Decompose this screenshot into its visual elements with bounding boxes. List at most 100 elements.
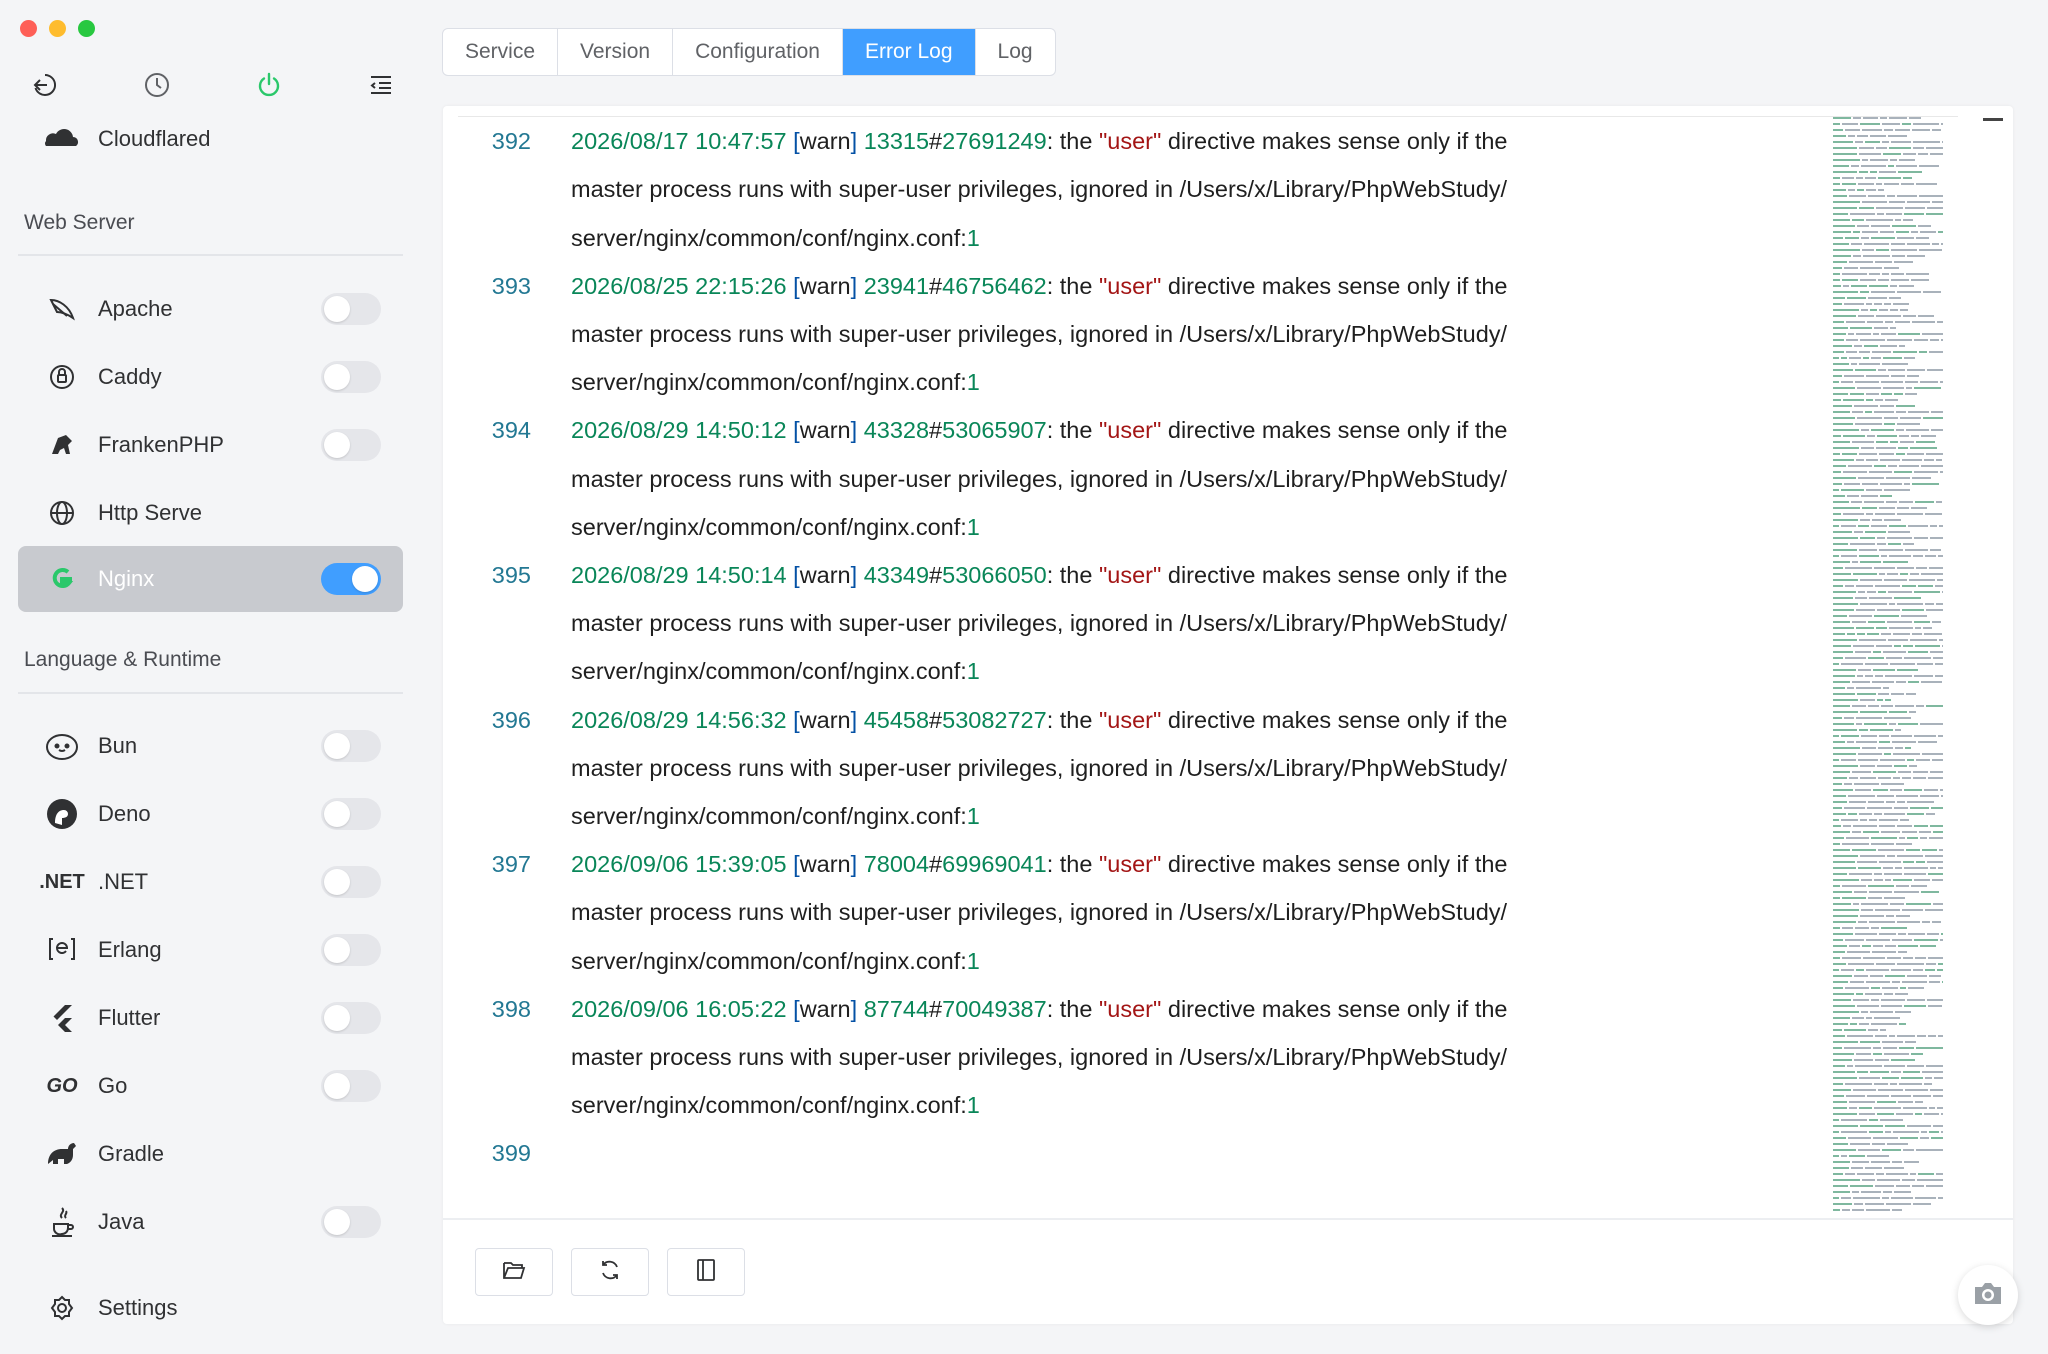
log-level: warn (799, 851, 851, 878)
minimap-row (1833, 980, 1973, 984)
sidebar-item-go[interactable]: GO Go (18, 1053, 403, 1119)
sidebar-item-http-serve[interactable]: Http Serve (18, 480, 403, 546)
deno-toggle[interactable] (321, 798, 381, 830)
minimap-row (1833, 398, 1973, 402)
minimap-row (1833, 218, 1973, 222)
menu-collapse-icon[interactable] (364, 68, 398, 102)
bracket: ] (850, 128, 864, 155)
minimap-row (1833, 602, 1973, 606)
line-number: 398 (491, 995, 531, 1022)
minimap-row (1833, 128, 1973, 132)
back-icon[interactable] (28, 68, 62, 102)
minimap-row (1833, 206, 1973, 210)
sidebar-item-erlang[interactable]: Erlang (18, 917, 403, 983)
minimap-row (1833, 1004, 1973, 1008)
frankenphp-toggle[interactable] (321, 429, 381, 461)
nginx-icon (42, 565, 82, 593)
log-line-num: 1 (966, 1092, 980, 1119)
line-number (443, 1033, 531, 1081)
minimap-row (1833, 1130, 1973, 1134)
bracket: ] (850, 562, 864, 589)
sidebar-item-dotnet[interactable]: .NET .NET (18, 849, 403, 915)
toggle-panel-button[interactable] (667, 1248, 745, 1296)
tab-service[interactable]: Service (443, 29, 559, 75)
log-text: master process runs with super-user priv… (571, 455, 1731, 503)
log-quoted: "user" (1098, 995, 1162, 1022)
log-line: server/nginx/common/conf/nginx.conf:1 (443, 1081, 1823, 1129)
sidebar-item-caddy[interactable]: Caddy (18, 344, 403, 410)
sidebar-item-nginx[interactable]: Nginx (18, 546, 403, 612)
line-number (443, 165, 531, 213)
flutter-toggle[interactable] (321, 1002, 381, 1034)
minimap-row (1833, 692, 1973, 696)
apache-toggle[interactable] (321, 293, 381, 325)
feather-icon (42, 294, 82, 324)
log-message: master process runs with super-user priv… (571, 899, 1508, 926)
sidebar-item-cloudflared[interactable]: Cloudflared (40, 124, 211, 154)
dotnet-toggle[interactable] (321, 866, 381, 898)
log-level: warn (799, 995, 851, 1022)
minimap[interactable] (1833, 116, 1973, 1212)
log-message: : the (1046, 272, 1099, 299)
log-message: master process runs with super-user priv… (571, 754, 1508, 781)
bun-toggle[interactable] (321, 730, 381, 762)
minimap-row (1833, 200, 1973, 204)
minimap-row (1833, 1172, 1973, 1176)
refresh-button[interactable] (571, 1248, 649, 1296)
go-toggle[interactable] (321, 1070, 381, 1102)
minimap-row (1833, 368, 1973, 372)
line-number: 396 (491, 706, 531, 733)
log-text: master process runs with super-user priv… (571, 165, 1731, 213)
minimap-row (1833, 422, 1973, 426)
sidebar-item-settings[interactable]: Settings (18, 1275, 403, 1341)
log-text: server/nginx/common/conf/nginx.conf:1 (571, 214, 1731, 262)
line-number: 393 (491, 272, 531, 299)
sidebar-item-apache[interactable]: Apache (18, 276, 403, 342)
minimap-row (1833, 326, 1973, 330)
history-icon[interactable] (140, 68, 174, 102)
minimap-row (1833, 866, 1973, 870)
log-editor[interactable]: server/nginx/common/conf/nginx.conf:1392… (443, 106, 2013, 1218)
log-text: 2026/09/06 16:05:22 [warn] 87744#7004938… (571, 985, 1731, 1033)
scrollbar-thumb[interactable] (1983, 118, 2003, 121)
sidebar-item-flutter[interactable]: Flutter (18, 985, 403, 1051)
minimap-row (1833, 884, 1973, 888)
minimap-row (1833, 710, 1973, 714)
tab-version[interactable]: Version (558, 29, 674, 75)
tab-error-log[interactable]: Error Log (843, 29, 976, 75)
minimap-row (1833, 578, 1973, 582)
hash: # (929, 128, 943, 155)
tab-configuration[interactable]: Configuration (673, 29, 843, 75)
screenshot-button[interactable] (1958, 1265, 2018, 1325)
minimap-row (1833, 1094, 1973, 1098)
minimap-row (1833, 668, 1973, 672)
sidebar-item-label: Flutter (98, 1005, 161, 1030)
minimap-row (1833, 830, 1973, 834)
caddy-toggle[interactable] (321, 361, 381, 393)
open-folder-button[interactable] (475, 1248, 553, 1296)
minimap-row (1833, 410, 1973, 414)
sidebar-item-bun[interactable]: Bun (18, 713, 403, 779)
sidebar-item-gradle[interactable]: Gradle (18, 1121, 403, 1187)
sidebar-item-deno[interactable]: Deno (18, 781, 403, 847)
minimap-row (1833, 1064, 1973, 1068)
sidebar-item-label: Apache (98, 296, 173, 321)
log-text: server/nginx/common/conf/nginx.conf:1 (571, 358, 1731, 406)
tab-log[interactable]: Log (976, 29, 1055, 75)
minimap-row (1833, 1112, 1973, 1116)
section-title-language-runtime: Language & Runtime (24, 648, 222, 671)
log-message: : the (1046, 417, 1099, 444)
nginx-toggle[interactable] (321, 563, 381, 595)
log-date: 2026/09/06 16:05:22 (571, 995, 787, 1022)
power-icon[interactable] (252, 68, 286, 102)
java-toggle[interactable] (321, 1206, 381, 1238)
log-line: master process runs with super-user priv… (443, 599, 1823, 647)
log-text: server/nginx/common/conf/nginx.conf:1 (571, 503, 1731, 551)
minimap-row (1833, 536, 1973, 540)
sidebar-item-frankenphp[interactable]: FrankenPHP (18, 412, 403, 478)
sidebar-item-java[interactable]: Java (18, 1189, 403, 1255)
camera-icon (1972, 1279, 2004, 1312)
erlang-toggle[interactable] (321, 934, 381, 966)
bracket: ] (850, 995, 864, 1022)
